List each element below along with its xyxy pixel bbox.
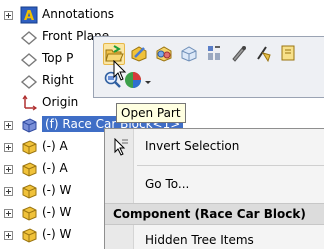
component-properties-icon: [257, 46, 271, 63]
menu-item-label: Go To...: [145, 177, 190, 191]
menu-separator: [137, 165, 324, 166]
origin-icon: [22, 94, 38, 111]
expand-toggle[interactable]: [4, 187, 13, 196]
tree-item-annotations[interactable]: A Annotations: [0, 4, 140, 26]
part-icon: [22, 184, 37, 199]
part-icon: [22, 206, 37, 221]
expand-toggle[interactable]: [4, 143, 13, 152]
plane-icon: [20, 75, 38, 89]
section-header-label: Component (Race Car Block): [113, 207, 306, 221]
component-properties-button[interactable]: [254, 43, 276, 65]
part-icon: [22, 228, 37, 243]
tree-item-label: Origin: [42, 95, 79, 109]
change-transparency-button[interactable]: [179, 43, 201, 65]
mouse-cursor-icon: [113, 60, 127, 81]
menu-item-go-to[interactable]: Go To...: [105, 173, 324, 197]
tree-item-label: Top P: [42, 51, 74, 65]
solidworks-feature-manager: A Annotations Front Plane Top P Right Or…: [0, 0, 324, 249]
context-toolbar: [93, 36, 324, 98]
svg-text:A: A: [24, 9, 34, 24]
make-transparent-button[interactable]: [154, 43, 176, 65]
smart-fastener-button[interactable]: [229, 43, 251, 65]
expand-toggle[interactable]: [4, 165, 13, 174]
menu-item-invert-selection[interactable]: Invert Selection: [105, 135, 324, 159]
mate-icon: [208, 46, 220, 60]
tree-item-label: (-) W: [42, 183, 72, 197]
menu-item-hidden-tree-items[interactable]: Hidden Tree Items: [105, 229, 324, 249]
menu-item-label: Invert Selection: [145, 139, 240, 153]
change-transparency-icon: [181, 46, 197, 62]
annotations-icon: A: [20, 6, 38, 24]
edit-part-icon: [131, 46, 147, 62]
expand-toggle[interactable]: [4, 209, 13, 218]
expand-toggle[interactable]: [4, 11, 13, 20]
dropdown-arrow-icon: [145, 81, 151, 84]
menu-section-header: Component (Race Car Block): [105, 203, 324, 225]
menu-item-label: Hidden Tree Items: [145, 233, 254, 247]
extra-toolbar-icon: [281, 45, 295, 61]
extra-toolbar-button[interactable]: [279, 43, 301, 65]
tree-item-label: Right: [42, 73, 74, 87]
part-icon: [22, 140, 37, 155]
plane-icon: [20, 53, 38, 67]
invert-selection-icon: [114, 138, 128, 156]
part-icon: [22, 162, 37, 177]
tree-item-label: Annotations: [42, 7, 115, 21]
plane-icon: [20, 31, 38, 45]
appearance-dropdown-button[interactable]: [143, 70, 155, 92]
tree-item-label: (-) W: [42, 205, 72, 219]
expand-toggle[interactable]: [4, 121, 13, 130]
edit-part-button[interactable]: [129, 43, 151, 65]
make-transparent-icon: [156, 46, 172, 62]
context-menu: Invert Selection Go To... Component (Rac…: [104, 128, 324, 249]
tree-item-label: (-) A: [42, 161, 68, 175]
tree-item-label: (-) W: [42, 227, 72, 241]
tree-item-label: (-) A: [42, 139, 68, 153]
mate-button[interactable]: [204, 43, 226, 65]
expand-toggle[interactable]: [4, 231, 13, 240]
smart-fastener-icon: [232, 46, 246, 62]
open-part-tooltip: Open Part: [116, 103, 186, 123]
part-icon: [22, 118, 37, 133]
tooltip-text: Open Part: [121, 106, 181, 120]
